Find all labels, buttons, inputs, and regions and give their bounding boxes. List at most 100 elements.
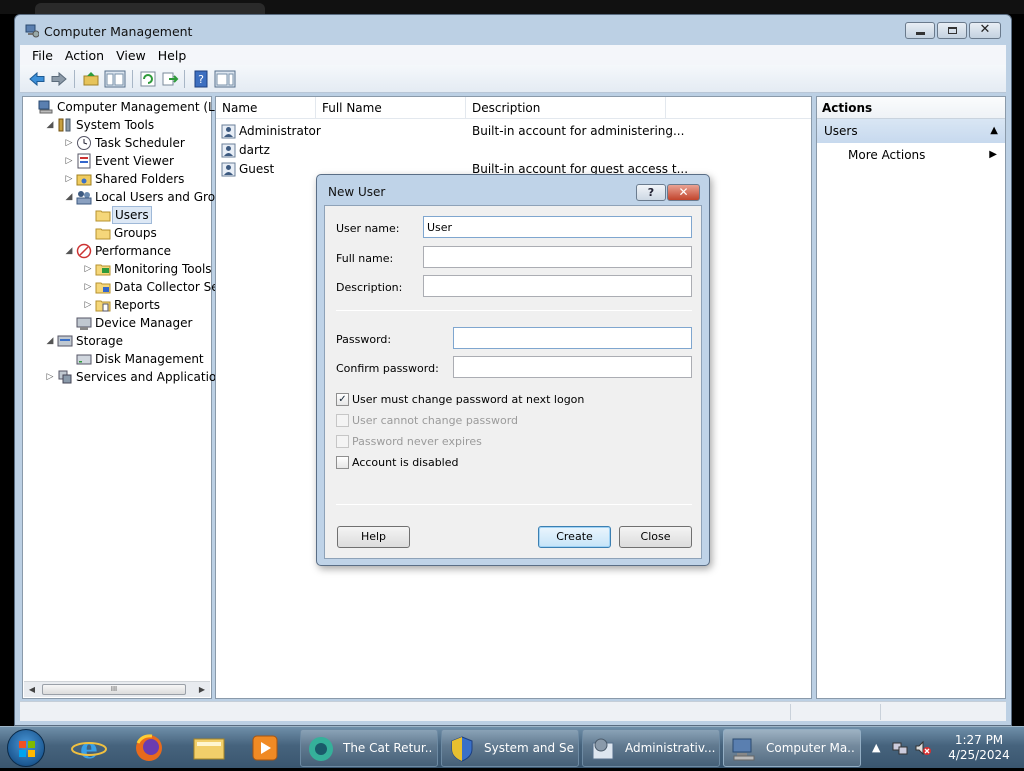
tree-item-label: Task Scheduler [95, 136, 185, 150]
show-hide-tree-icon[interactable] [104, 70, 126, 88]
task-administrative-tools[interactable]: Administrativ... [582, 729, 720, 767]
tree-item-label: System Tools [76, 118, 155, 132]
checkbox-label: User cannot change password [352, 414, 519, 427]
column-full-name[interactable]: Full Name [316, 97, 466, 119]
tree-collapsed-arrow-icon[interactable]: ▷ [83, 278, 93, 296]
tree-expanded-arrow-icon[interactable]: ◢ [64, 188, 74, 206]
media-player-icon[interactable] [244, 731, 286, 765]
user-icon [221, 124, 236, 139]
username-input[interactable] [423, 216, 692, 238]
tree-item-label: Disk Management [95, 352, 204, 366]
menu-action[interactable]: Action [59, 48, 110, 63]
tree-item-label: Storage [76, 334, 123, 348]
user-icon [221, 162, 236, 177]
menu-help[interactable]: Help [152, 48, 193, 63]
browser-strip [0, 0, 1024, 17]
toolbar-separator [132, 70, 133, 88]
minimize-button[interactable] [905, 22, 935, 39]
scroll-left-arrow-icon[interactable]: ◀ [24, 682, 40, 697]
tree-collapsed-arrow-icon[interactable]: ▷ [83, 296, 93, 314]
help-book-icon[interactable]: ? [192, 70, 210, 88]
fullname-input[interactable] [423, 246, 692, 268]
tree-item-label: Device Manager [95, 316, 193, 330]
dialog-close-button[interactable]: ✕ [667, 184, 700, 201]
help-button[interactable]: Help [337, 526, 410, 548]
task-label: Computer Ma... [766, 741, 856, 755]
actions-header: Actions [817, 97, 1005, 119]
username-label: User name: [336, 222, 400, 235]
password-label: Password: [336, 333, 392, 346]
tools-icon [58, 118, 71, 132]
volume-muted-icon[interactable] [914, 740, 932, 756]
control-panel-shield-icon [451, 736, 473, 762]
actions-section-users[interactable]: Users ▲ [817, 119, 1005, 143]
description-label: Description: [336, 281, 403, 294]
network-icon[interactable] [892, 740, 908, 756]
storage-icon [57, 335, 73, 347]
close-icon: ✕ [979, 22, 991, 37]
separator [336, 310, 692, 311]
create-button[interactable]: Create [538, 526, 611, 548]
tree-item-label: Groups [114, 226, 157, 240]
maximize-button[interactable] [937, 22, 967, 39]
table-row[interactable]: Administrator Built-in account for admin… [216, 122, 811, 141]
dialog-title: New User [328, 185, 386, 199]
collapse-up-icon[interactable]: ▲ [990, 119, 998, 143]
tree-collapsed-arrow-icon[interactable]: ▷ [64, 152, 74, 170]
checkbox-icon[interactable] [336, 456, 349, 469]
task-the-cat-returns[interactable]: The Cat Retur... [300, 729, 438, 767]
device-manager-icon [76, 317, 92, 330]
tree-collapsed-arrow-icon[interactable]: ▷ [64, 170, 74, 188]
column-header: Name Full Name Description [216, 97, 811, 119]
internet-explorer-icon[interactable]: e [68, 731, 110, 765]
show-hide-action-pane-icon[interactable] [214, 70, 236, 88]
column-name[interactable]: Name [216, 97, 316, 119]
password-input[interactable] [453, 327, 692, 349]
tree-expanded-arrow-icon[interactable]: ◢ [64, 242, 74, 260]
firefox-icon[interactable] [128, 731, 170, 765]
tree-expanded-arrow-icon[interactable]: ◢ [45, 116, 55, 134]
tree-item-label: Reports [114, 298, 161, 312]
task-system-and-security[interactable]: System and Se... [441, 729, 579, 767]
menu-file[interactable]: File [26, 48, 59, 63]
clock[interactable]: 1:27 PM 4/25/2024 [944, 733, 1014, 763]
table-row[interactable]: dartz [216, 141, 811, 160]
dialog-help-button[interactable]: ? [636, 184, 666, 201]
folder-icon [95, 210, 111, 222]
clock-icon [77, 136, 91, 150]
window-title: Computer Management [44, 24, 193, 39]
taskbar: e The Cat Retur... System and Se... Admi… [0, 726, 1024, 768]
file-explorer-icon[interactable] [188, 731, 230, 765]
export-list-icon[interactable] [161, 70, 179, 88]
menu-view[interactable]: View [110, 48, 152, 63]
more-actions-item[interactable]: More Actions [848, 147, 925, 163]
forward-arrow-icon[interactable] [50, 70, 68, 88]
media-app-icon [309, 737, 333, 761]
task-label: System and Se... [484, 741, 574, 755]
tree-collapsed-arrow-icon[interactable]: ▷ [64, 134, 74, 152]
refresh-icon[interactable] [139, 70, 157, 88]
title-bar[interactable]: Computer Management ✕ [15, 15, 1011, 45]
computer-management-icon [732, 738, 755, 761]
checkbox-checked-icon[interactable]: ✓ [336, 393, 349, 406]
scroll-thumb[interactable]: III [42, 684, 186, 695]
description-input[interactable] [423, 275, 692, 297]
column-description[interactable]: Description [466, 97, 666, 119]
administrative-tools-icon [592, 738, 614, 760]
task-computer-management[interactable]: Computer Ma... [723, 729, 861, 767]
scroll-right-arrow-icon[interactable]: ▶ [194, 682, 210, 697]
tree-collapsed-arrow-icon[interactable]: ▷ [45, 368, 55, 386]
tree-collapsed-arrow-icon[interactable]: ▷ [83, 260, 93, 278]
tree-expanded-arrow-icon[interactable]: ◢ [45, 332, 55, 350]
tree-item-label: Performance [95, 244, 172, 258]
start-button[interactable] [7, 729, 45, 767]
back-arrow-icon[interactable] [28, 70, 46, 88]
confirm-password-input[interactable] [453, 356, 692, 378]
horizontal-scrollbar[interactable]: ◀ III ▶ [24, 681, 210, 697]
show-hidden-icons-chevron-icon[interactable]: ▲ [872, 741, 880, 754]
tree-item-label: Event Viewer [95, 154, 174, 168]
minimize-icon [916, 32, 925, 35]
close-dialog-button[interactable]: Close [619, 526, 692, 548]
up-folder-icon[interactable] [82, 70, 100, 88]
close-button[interactable]: ✕ [969, 22, 1001, 39]
